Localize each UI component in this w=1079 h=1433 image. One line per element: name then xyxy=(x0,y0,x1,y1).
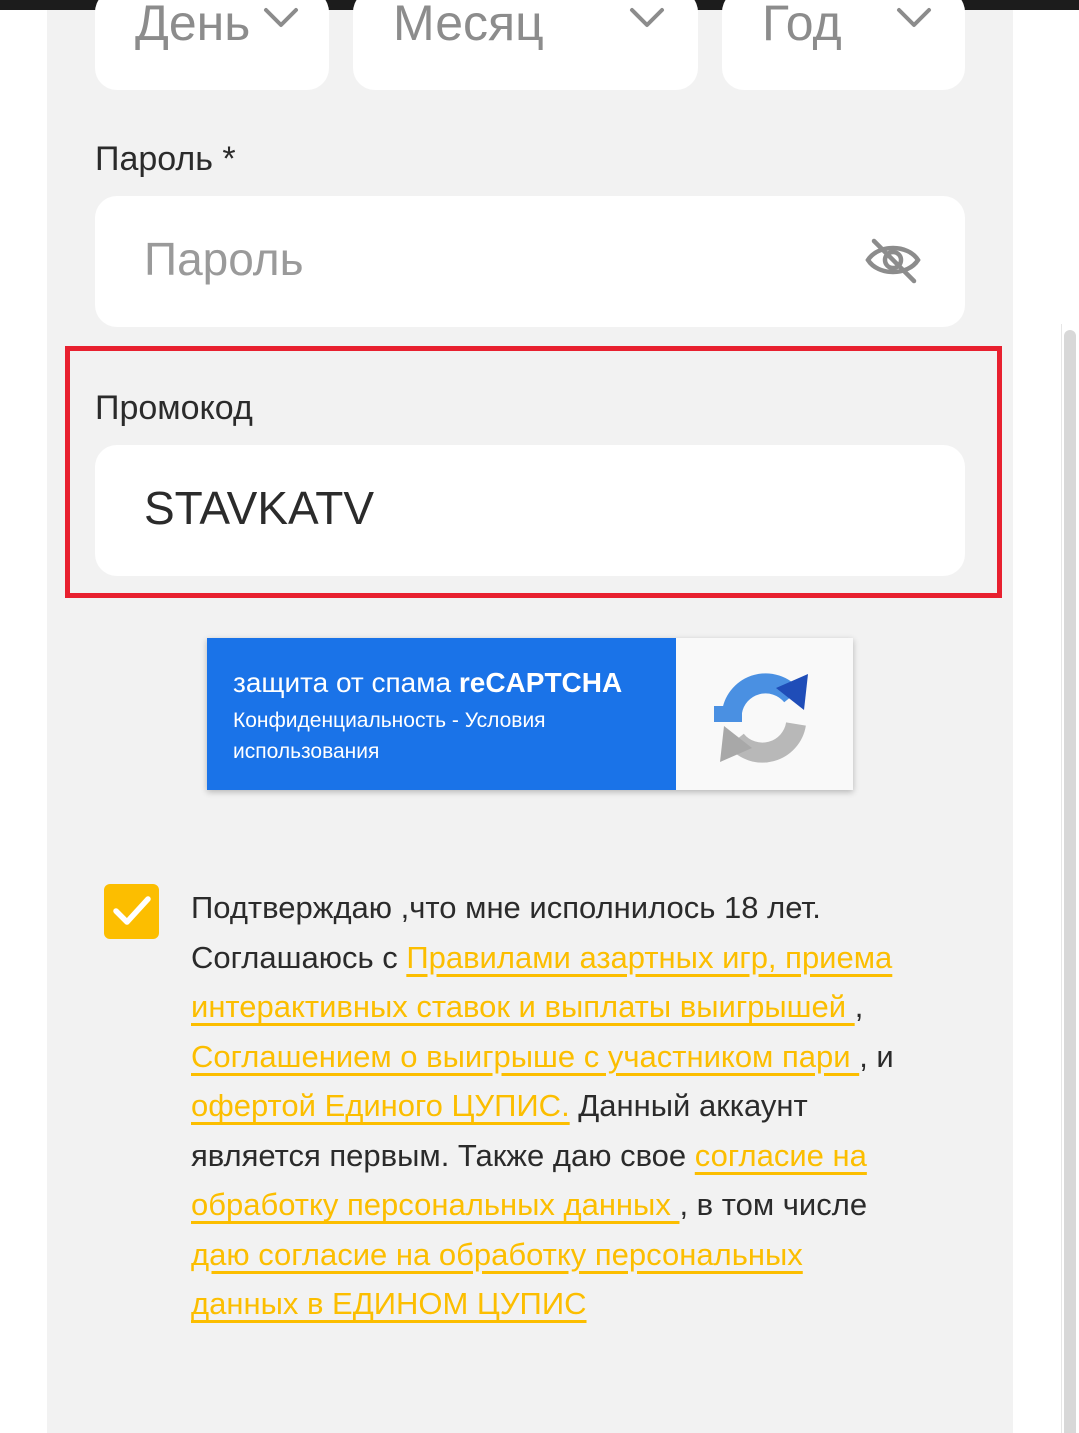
consent-text: Подтверждаю ,что мне исполнилось 18 лет.… xyxy=(191,890,894,1322)
birth-month-placeholder: Месяц xyxy=(393,0,544,51)
chevron-down-icon xyxy=(264,8,298,27)
birth-day-select[interactable]: День xyxy=(95,0,329,90)
scrollbar-thumb[interactable] xyxy=(1064,330,1076,1433)
recaptcha-badge: защита от спама reCAPTCHA Конфиденциальн… xyxy=(207,638,853,790)
promo-label: Промокод xyxy=(95,389,253,427)
birth-year-placeholder: Год xyxy=(762,0,842,51)
password-placeholder: Пароль xyxy=(144,233,304,285)
chevron-down-icon xyxy=(630,8,664,27)
age-consent-checkbox[interactable] xyxy=(104,884,159,939)
recaptcha-privacy-link[interactable]: Конфиденциальность xyxy=(233,709,446,732)
winnings-agreement-link[interactable]: Соглашением о выигрыше с участником пари xyxy=(191,1039,859,1074)
password-label: Пароль * xyxy=(95,140,236,178)
birth-day-placeholder: День xyxy=(135,0,251,51)
checkmark-icon xyxy=(113,896,151,925)
recaptcha-logo-icon xyxy=(714,673,808,763)
recaptcha-links: Конфиденциальность - Условия использован… xyxy=(233,709,546,763)
eye-off-icon[interactable] xyxy=(864,235,922,285)
cupis-offer-link[interactable]: офертой Единого ЦУПИС. xyxy=(191,1088,570,1123)
promo-code-value: STAVKATV xyxy=(144,482,375,534)
recaptcha-info: защита от спама reCAPTCHA Конфиденциальн… xyxy=(207,638,676,790)
promo-code-input[interactable]: STAVKATV xyxy=(95,445,965,576)
birth-year-select[interactable]: Год xyxy=(722,0,965,90)
birth-month-select[interactable]: Месяц xyxy=(353,0,698,90)
recaptcha-title: защита от спама reCAPTCHA xyxy=(233,667,623,698)
cupis-personal-data-consent-link[interactable]: даю согласие на обработку персональных д… xyxy=(191,1237,803,1322)
recaptcha-logo-box xyxy=(676,638,853,790)
chevron-down-icon xyxy=(897,8,931,27)
password-field[interactable]: Пароль xyxy=(95,196,965,327)
